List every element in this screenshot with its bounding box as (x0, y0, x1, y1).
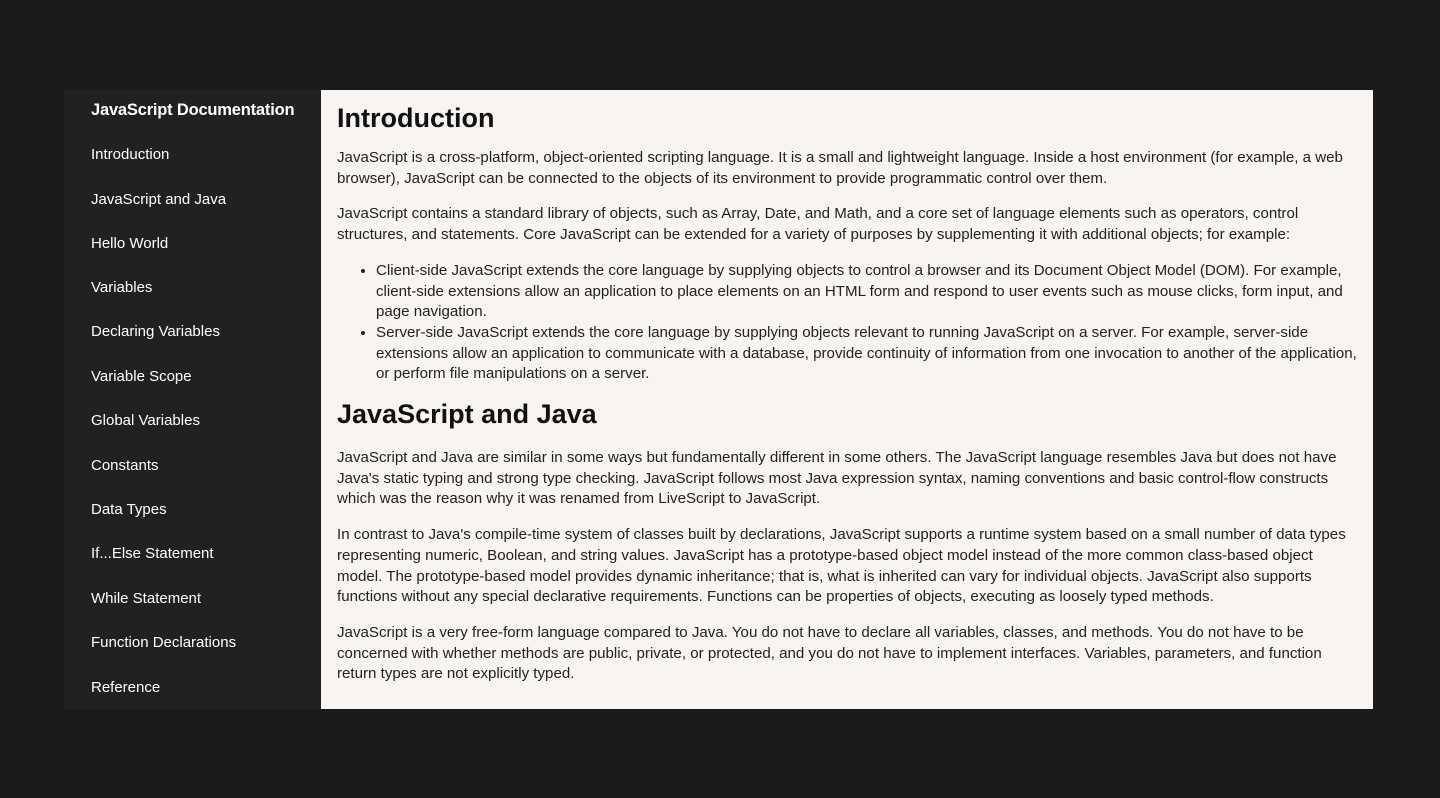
nav-link-variables[interactable]: Variables (91, 279, 152, 296)
paragraph: JavaScript is a very free-form language … (337, 623, 1322, 683)
section-javascript-and-java: JavaScript and Java JavaScript and Java … (337, 399, 1357, 685)
list-item: Server-side JavaScript extends the core … (376, 323, 1357, 385)
nav-link-javascript-and-java[interactable]: JavaScript and Java (91, 191, 226, 208)
section-introduction: Introduction JavaScript is a cross-platf… (337, 103, 1357, 385)
nav-link-introduction[interactable]: Introduction (91, 146, 169, 163)
nav-link-data-types[interactable]: Data Types (91, 501, 167, 518)
navbar: JavaScript Documentation Introduction Ja… (64, 90, 321, 709)
list-item: Client-side JavaScript extends the core … (376, 261, 1357, 323)
nav-link-variable-scope[interactable]: Variable Scope (91, 368, 192, 385)
main-doc[interactable]: Introduction JavaScript is a cross-platf… (321, 90, 1373, 709)
nav-link-global-variables[interactable]: Global Variables (91, 412, 200, 429)
section-heading: JavaScript and Java (337, 399, 597, 430)
nav-link-while-statement[interactable]: While Statement (91, 590, 201, 607)
paragraph: JavaScript contains a standard library o… (337, 205, 1299, 244)
nav-link-function-declarations[interactable]: Function Declarations (91, 634, 236, 651)
nav-link-declaring-variables[interactable]: Declaring Variables (91, 323, 220, 340)
nav-link-hello-world[interactable]: Hello World (91, 235, 168, 252)
nav-link-constants[interactable]: Constants (91, 457, 159, 474)
bullet-list: Client-side JavaScript extends the core … (337, 261, 1357, 385)
nav-link-if-else-statement[interactable]: If...Else Statement (91, 545, 214, 562)
nav-link-reference[interactable]: Reference (91, 679, 160, 696)
section-heading: Introduction (337, 103, 495, 133)
paragraph: JavaScript and Java are similar in some … (337, 449, 1337, 508)
paragraph: In contrast to Java's compile-time syste… (337, 526, 1346, 606)
nav-title: JavaScript Documentation (91, 101, 295, 119)
paragraph: JavaScript is a cross-platform, object-o… (337, 149, 1343, 187)
